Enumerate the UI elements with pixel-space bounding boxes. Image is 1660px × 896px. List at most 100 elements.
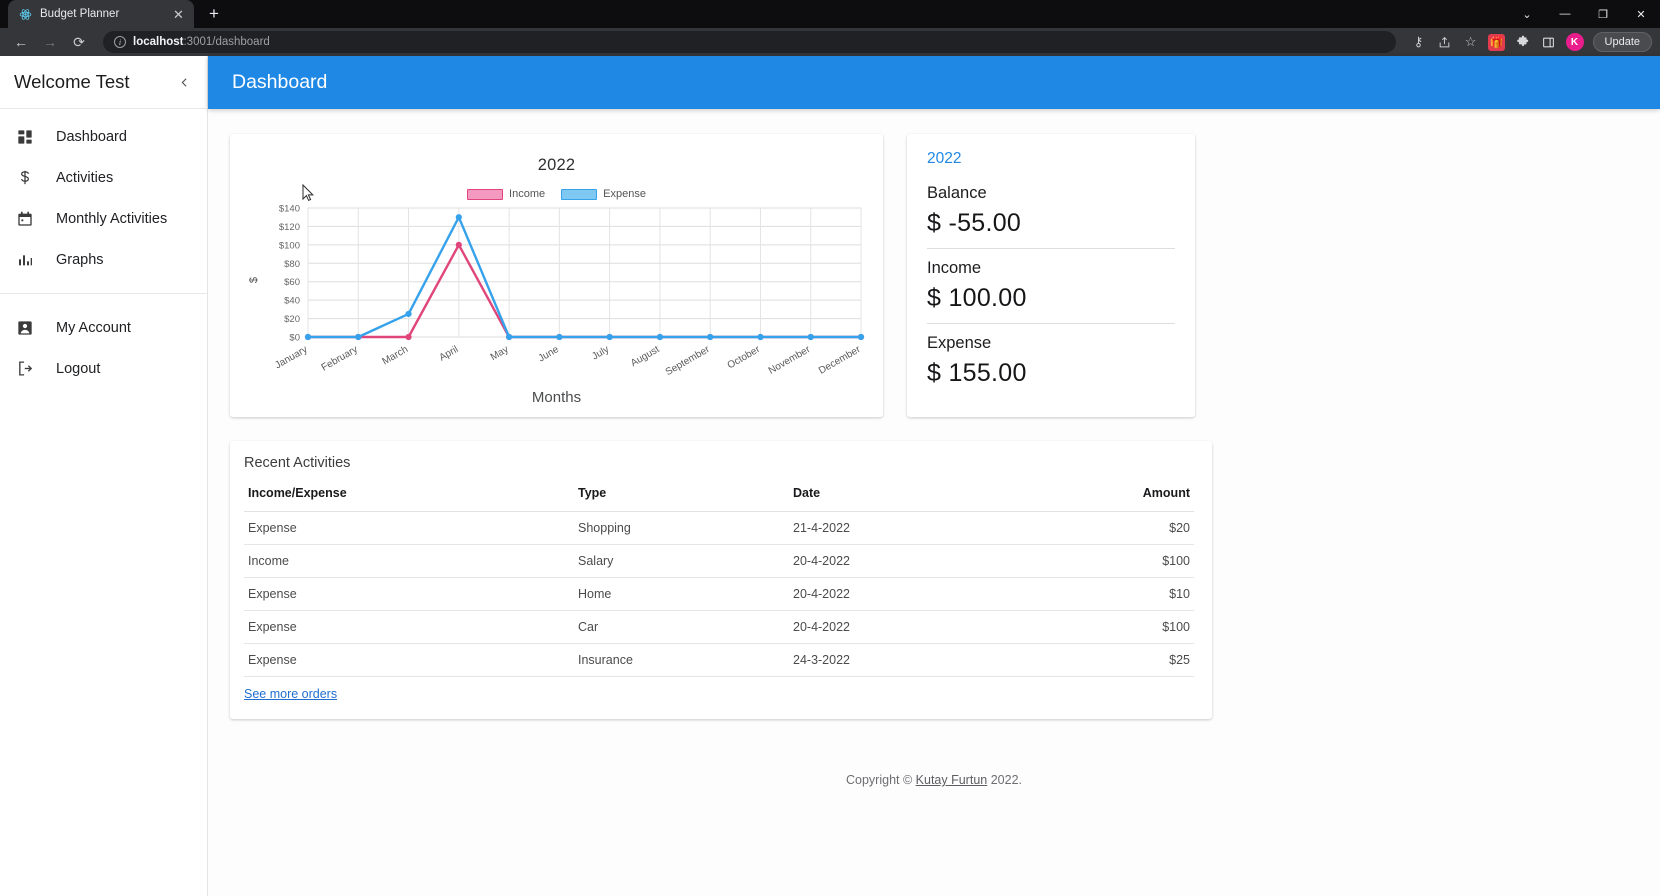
column-header-amount: Amount bbox=[1039, 480, 1194, 512]
dollar-sign-icon bbox=[14, 169, 36, 186]
reload-icon[interactable]: ⟳ bbox=[66, 30, 92, 54]
url-text: localhost:3001/dashboard bbox=[133, 36, 270, 48]
table-row: Expense Insurance 24-3-2022 $25 bbox=[244, 643, 1194, 677]
app-root: Welcome Test Dashboard Activities Monthl… bbox=[0, 56, 1660, 896]
activity-type: Insurance bbox=[574, 643, 789, 677]
activity-amount: $100 bbox=[1039, 544, 1194, 578]
url-host: localhost bbox=[133, 36, 184, 48]
sidebar-item-logout[interactable]: Logout bbox=[0, 348, 207, 389]
x-axis-tick: October bbox=[726, 344, 763, 372]
activity-amount: $25 bbox=[1039, 643, 1194, 677]
x-axis-tick: June bbox=[537, 344, 562, 365]
chart-point bbox=[857, 333, 865, 341]
expense-value: $ 155.00 bbox=[927, 359, 1027, 387]
chart-point bbox=[355, 333, 362, 341]
sidebar-item-dashboard[interactable]: Dashboard bbox=[0, 116, 207, 157]
avatar-letter: K bbox=[1565, 33, 1584, 51]
table-head: Income/Expense Type Date Amount bbox=[244, 480, 1194, 512]
forward-arrow-icon[interactable]: → bbox=[37, 30, 63, 54]
close-icon[interactable]: ✕ bbox=[171, 7, 186, 22]
activity-date: 21-4-2022 bbox=[789, 511, 1039, 545]
x-axis-label: Months bbox=[531, 389, 582, 406]
sidebar-item-activities[interactable]: Activities bbox=[0, 157, 207, 198]
back-arrow-icon[interactable]: ← bbox=[8, 30, 34, 54]
bookmark-star-icon[interactable]: ☆ bbox=[1459, 30, 1483, 54]
app-header-bar: Dashboard bbox=[208, 56, 1660, 109]
sidebar-item-label: Dashboard bbox=[56, 128, 127, 145]
new-tab-button[interactable]: + bbox=[200, 0, 228, 28]
sidebar-item-label: Activities bbox=[56, 169, 114, 186]
balance-value: $ -55.00 bbox=[927, 209, 1022, 237]
balance-row-expense: Expense $ 155.00 bbox=[927, 334, 1175, 398]
user-account-icon bbox=[14, 320, 36, 336]
expense-label: Expense bbox=[927, 334, 992, 352]
restore-window-button[interactable]: ❐ bbox=[1584, 0, 1622, 28]
author-link[interactable]: Kutay Furtun bbox=[916, 773, 988, 787]
chart-point bbox=[455, 214, 462, 221]
activity-date: 20-4-2022 bbox=[789, 577, 1039, 611]
activity-amount: $20 bbox=[1039, 511, 1194, 545]
update-button[interactable]: Update bbox=[1592, 32, 1652, 52]
recent-activities-title: Recent Activities bbox=[244, 455, 351, 471]
y-axis-tick: $100 bbox=[279, 240, 300, 251]
chart-title: 2022 bbox=[537, 156, 576, 174]
activity-kind: Expense bbox=[244, 610, 574, 644]
balance-year: 2022 bbox=[927, 150, 962, 167]
recent-activities-card: Recent Activities Income/Expense Type Da… bbox=[230, 441, 1212, 719]
chart-point bbox=[606, 333, 613, 341]
logout-icon bbox=[14, 360, 36, 377]
chevron-left-icon[interactable] bbox=[169, 67, 199, 97]
balance-summary-card: 2022 Balance $ -55.00 Income $ 100.00 Ex… bbox=[907, 134, 1195, 417]
activities-table: Income/Expense Type Date Amount Expense S… bbox=[244, 480, 1194, 677]
y-axis-tick: $140 bbox=[279, 204, 300, 215]
y-axis-tick: $120 bbox=[279, 222, 300, 233]
extension-gift-icon[interactable]: 🎁 bbox=[1485, 30, 1509, 54]
x-axis-tick: April bbox=[437, 344, 460, 364]
x-axis-tick: August bbox=[629, 344, 662, 369]
activity-kind: Expense bbox=[244, 511, 574, 545]
minimize-window-button[interactable]: — bbox=[1546, 0, 1584, 28]
sidebar-divider bbox=[0, 293, 207, 294]
legend-swatch-expense bbox=[561, 188, 598, 200]
activity-kind: Expense bbox=[244, 643, 574, 677]
calendar-icon bbox=[14, 211, 36, 227]
legend-item-expense[interactable]: Expense bbox=[561, 188, 646, 200]
legend-label: Expense bbox=[603, 188, 646, 200]
site-info-icon[interactable]: i bbox=[114, 36, 126, 48]
sidebar-item-label: Logout bbox=[56, 360, 101, 377]
balance-row-income: Income $ 100.00 bbox=[927, 259, 1175, 323]
sidebar-item-monthly-activities[interactable]: Monthly Activities bbox=[0, 198, 207, 239]
table-row: Expense Shopping 21-4-2022 $20 bbox=[244, 511, 1194, 545]
password-key-icon[interactable]: ⚷ bbox=[1407, 30, 1431, 54]
chart-card: 2022 Income Expense $ $0 $20 $40 $60 $80… bbox=[230, 134, 883, 417]
see-more-orders-link[interactable]: See more orders bbox=[244, 687, 337, 701]
table-row: Expense Car 20-4-2022 $100 bbox=[244, 610, 1194, 644]
page-body: 2022 Income Expense $ $0 $20 $40 $60 $80… bbox=[208, 109, 1660, 787]
sidebar-item-graphs[interactable]: Graphs bbox=[0, 239, 207, 280]
activity-type: Home bbox=[574, 577, 789, 611]
income-label: Income bbox=[927, 259, 982, 277]
browser-tab[interactable]: Budget Planner ✕ bbox=[8, 0, 194, 28]
tab-title: Budget Planner bbox=[40, 8, 120, 20]
legend-item-income[interactable]: Income bbox=[467, 188, 545, 200]
table-row: Expense Home 20-4-2022 $10 bbox=[244, 577, 1194, 611]
extensions-puzzle-icon[interactable] bbox=[1511, 30, 1535, 54]
share-icon[interactable] bbox=[1433, 30, 1457, 54]
tab-strip: Budget Planner ✕ + ⌄ — ❐ ✕ bbox=[0, 0, 1660, 28]
sidebar-item-my-account[interactable]: My Account bbox=[0, 307, 207, 348]
profile-avatar[interactable]: K bbox=[1563, 30, 1587, 54]
x-axis-tick: February bbox=[320, 344, 360, 374]
divider bbox=[927, 323, 1175, 324]
copyright-suffix: 2022. bbox=[987, 773, 1022, 787]
column-header-date: Date bbox=[789, 480, 1039, 512]
activity-date: 20-4-2022 bbox=[789, 610, 1039, 644]
table-body: Expense Shopping 21-4-2022 $20 Income Salary 2… bbox=[244, 511, 1194, 677]
chrome-menu-chevron-icon[interactable]: ⌄ bbox=[1508, 0, 1546, 28]
activity-kind: Expense bbox=[244, 577, 574, 611]
side-panel-icon[interactable] bbox=[1537, 30, 1561, 54]
address-bar[interactable]: i localhost:3001/dashboard bbox=[103, 31, 1396, 53]
close-window-button[interactable]: ✕ bbox=[1622, 0, 1660, 28]
activity-kind: Income bbox=[244, 544, 574, 578]
chart-legend: Income Expense bbox=[246, 188, 867, 200]
x-axis-tick: May bbox=[489, 344, 511, 363]
